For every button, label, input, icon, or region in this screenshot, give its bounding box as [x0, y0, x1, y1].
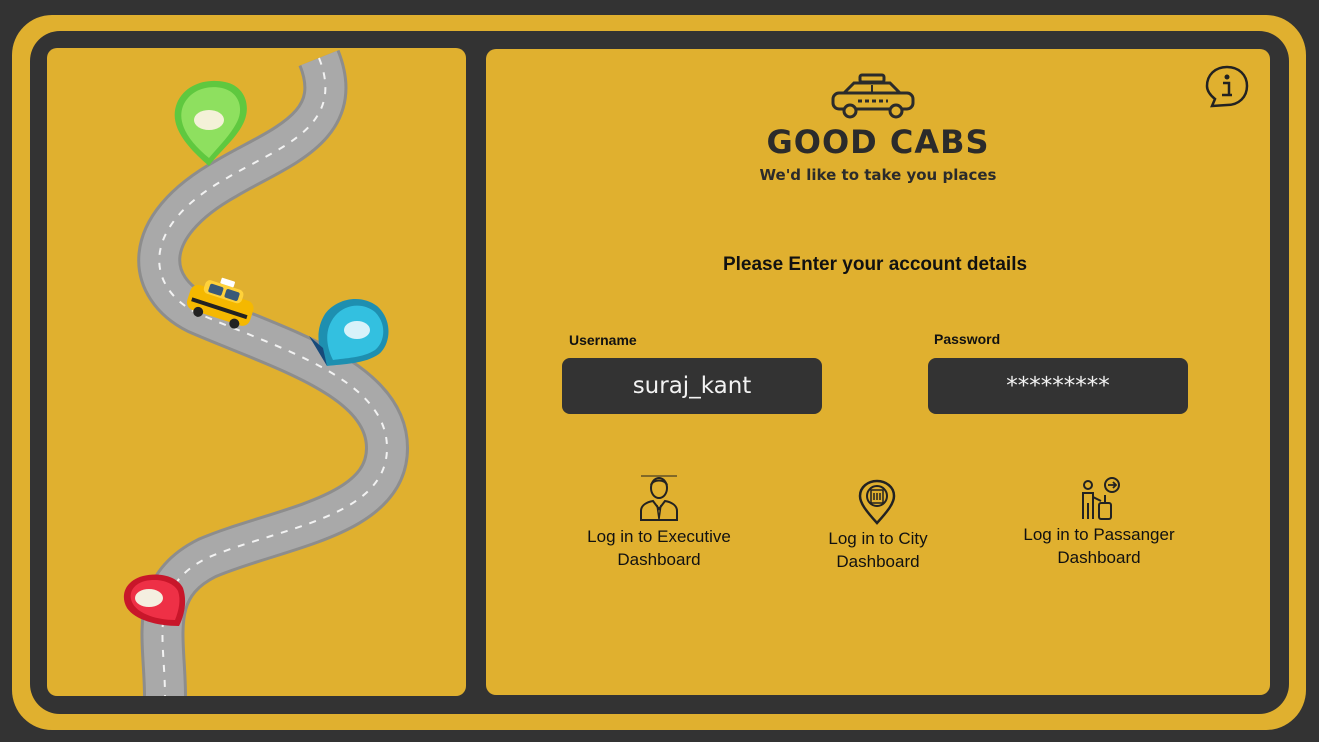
- executive-link-line2: Dashboard: [617, 550, 701, 569]
- road-map-illustration: [123, 49, 410, 696]
- brand-tagline: We'd like to take you places: [759, 166, 997, 184]
- taxi-icon: [831, 73, 915, 119]
- city-location-pin-icon: [858, 479, 896, 525]
- road-illustration-panel: [47, 48, 466, 696]
- login-panel: GOOD CABS We'd like to take you places P…: [486, 49, 1270, 695]
- executive-link-line1: Log in to Executive: [587, 527, 731, 546]
- info-speech-icon[interactable]: [1204, 63, 1250, 109]
- passenger-dashboard-link[interactable]: Log in to Passanger Dashboard: [1009, 477, 1189, 577]
- executive-person-icon: [640, 475, 678, 521]
- form-heading: Please Enter your account details: [722, 254, 1028, 275]
- executive-dashboard-link[interactable]: Log in to Executive Dashboard: [569, 475, 749, 575]
- road-surface: [140, 50, 407, 696]
- username-input[interactable]: [562, 358, 822, 414]
- city-link-line2: Dashboard: [836, 552, 920, 571]
- brand-title: GOOD CABS: [766, 123, 990, 161]
- city-dashboard-link[interactable]: Log in to City Dashboard: [808, 479, 948, 579]
- passenger-luggage-icon: [1082, 477, 1120, 520]
- username-label: Username: [569, 332, 637, 348]
- password-input[interactable]: [928, 358, 1188, 414]
- password-label: Password: [934, 331, 1001, 347]
- passenger-link-line1: Log in to Passanger: [1023, 525, 1175, 544]
- city-link-line1: Log in to City: [828, 529, 928, 548]
- red-location-pin: [123, 574, 186, 626]
- passenger-link-line2: Dashboard: [1057, 548, 1141, 567]
